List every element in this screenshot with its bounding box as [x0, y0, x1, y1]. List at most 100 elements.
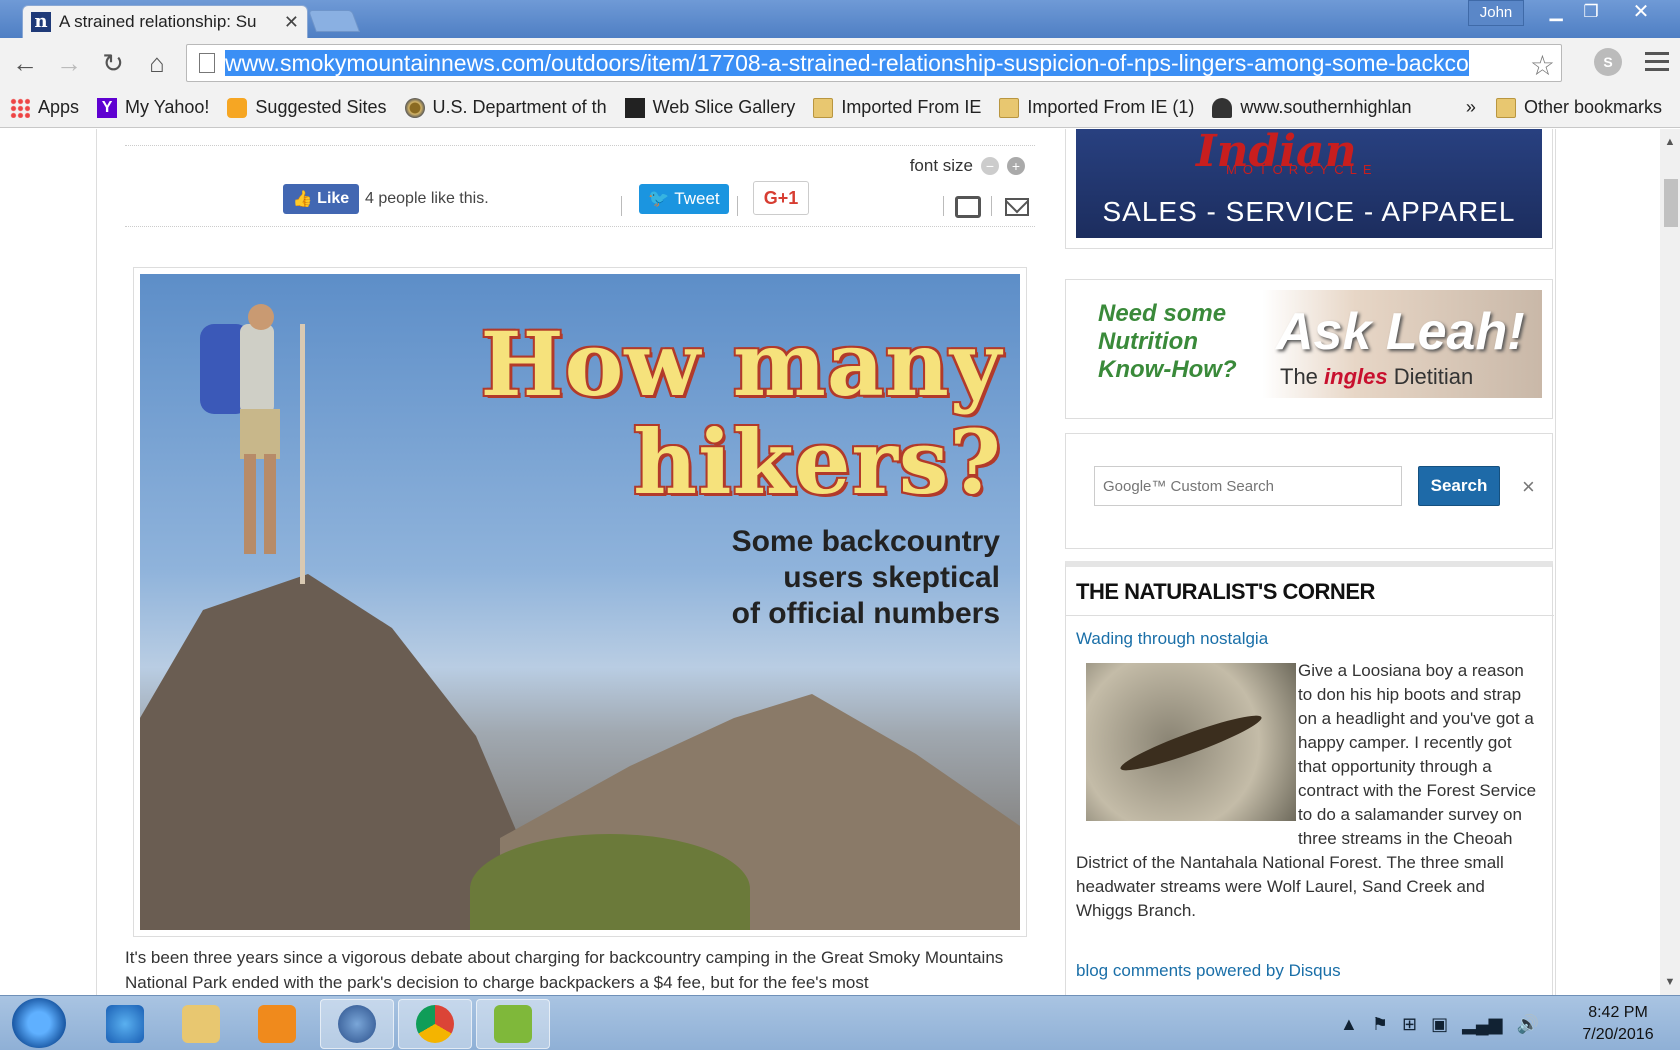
divider: [943, 196, 944, 216]
widget-title: THE NATURALIST'S CORNER: [1076, 579, 1375, 604]
forward-arrow-icon[interactable]: →: [54, 48, 84, 78]
google-plus-button[interactable]: G+1: [753, 181, 809, 215]
browser-toolbar: ← → ↻ ⌂ www.smokymountainnews.com/outdoo…: [0, 38, 1680, 88]
divider: [621, 196, 622, 216]
bookmark-star-icon[interactable]: ☆: [1530, 49, 1555, 82]
leah-need-text: Need some Nutrition Know-How?: [1098, 300, 1237, 383]
leah-tagline: The ingles Dietitian: [1280, 364, 1474, 389]
v4-app-icon: [494, 1005, 532, 1043]
yahoo-icon: Y: [97, 97, 118, 118]
scroll-up-icon[interactable]: ▲: [1660, 133, 1680, 151]
device-icon[interactable]: ▣: [1431, 1014, 1448, 1035]
search-button[interactable]: Search: [1418, 466, 1500, 506]
divider: [737, 196, 738, 216]
chrome-icon: [416, 1005, 454, 1043]
ask-leah-ad[interactable]: Need some Nutrition Know-How? Ask Leah! …: [1065, 279, 1553, 419]
system-tray: ▲ ⚑ ⊞ ▣ ▂▄▆ 🔊: [1340, 1004, 1580, 1044]
slice-icon: [624, 97, 645, 118]
start-button[interactable]: [12, 998, 66, 1048]
font-smaller-icon[interactable]: −: [981, 157, 999, 175]
bookmarks-bar: Apps Y My Yahoo! Suggested Sites U.S. Dep…: [0, 88, 1680, 128]
network-signal-icon[interactable]: ▂▄▆: [1462, 1014, 1502, 1035]
url-text[interactable]: www.smokymountainnews.com/outdoors/item/…: [225, 49, 1469, 77]
profile-button[interactable]: John: [1468, 0, 1524, 26]
windows-icon[interactable]: ⊞: [1402, 1014, 1417, 1035]
page-scrollbar[interactable]: ▲ ▼: [1660, 129, 1680, 995]
bookmark-other-bookmarks[interactable]: Other bookmarks: [1495, 97, 1662, 118]
bookmark-web-slice-gallery[interactable]: Web Slice Gallery: [624, 97, 795, 118]
bookmarks-overflow-chevron[interactable]: »: [1466, 97, 1476, 118]
hero-image: How many hikers? Some backcountry users …: [140, 274, 1020, 930]
hero-image-frame: How many hikers? Some backcountry users …: [133, 267, 1027, 937]
taskbar-clock[interactable]: 8:42 PM 7/20/2016: [1560, 1002, 1676, 1046]
indian-sub: MOTORCYCLE: [1226, 162, 1378, 177]
chrome-menu-icon[interactable]: [1645, 52, 1669, 72]
search-input[interactable]: [1094, 466, 1402, 506]
skype-extension-icon[interactable]: S: [1594, 48, 1622, 76]
print-icon[interactable]: [955, 196, 981, 218]
folder-icon: [182, 1005, 220, 1043]
close-window-icon[interactable]: ✕: [1610, 0, 1672, 26]
bookmark-imported-from-ie[interactable]: Imported From IE: [813, 97, 981, 118]
salamander-photo[interactable]: [1086, 663, 1296, 821]
taskbar-ie[interactable]: [88, 999, 162, 1049]
facebook-like-button[interactable]: 👍 Like: [283, 184, 359, 214]
page-icon: [199, 53, 215, 73]
site-search-box: Search ×: [1065, 433, 1553, 549]
new-tab-button[interactable]: [307, 10, 361, 32]
back-arrow-icon[interactable]: ←: [10, 48, 40, 78]
taskbar-chrome[interactable]: [398, 999, 472, 1049]
clock-date: 7/20/2016: [1582, 1026, 1654, 1043]
divider: [991, 196, 992, 216]
scroll-thumb[interactable]: [1664, 179, 1678, 227]
media-player-icon: [258, 1005, 296, 1043]
naturalist-article-link[interactable]: Wading through nostalgia: [1076, 629, 1268, 649]
hero-subheadline: Some backcountry users skeptical of offi…: [731, 525, 1000, 630]
taskbar-v4-app[interactable]: [476, 999, 550, 1049]
share-bar: font size − + 👍 Like 4 people like this.…: [125, 145, 1035, 227]
bing-icon: [227, 97, 248, 118]
like-count-text: 4 people like this.: [365, 190, 489, 207]
home-icon[interactable]: ⌂: [142, 48, 172, 78]
action-center-flag-icon[interactable]: ⚑: [1372, 1014, 1388, 1035]
restore-icon[interactable]: ❐: [1574, 0, 1608, 26]
font-size-label: font size: [909, 156, 973, 175]
email-icon[interactable]: [1005, 198, 1029, 216]
bookmark-yahoo[interactable]: Y My Yahoo!: [97, 97, 209, 118]
reload-icon[interactable]: ↻: [98, 48, 128, 78]
seal-icon: [404, 97, 425, 118]
indian-motorcycle-ad[interactable]: Indian MOTORCYCLE SALES - SERVICE - APPA…: [1065, 129, 1553, 249]
page-frame: font size − + 👍 Like 4 people like this.…: [96, 129, 1556, 995]
browser-tab[interactable]: n A strained relationship: Su ✕: [22, 5, 308, 38]
disqus-link[interactable]: blog comments powered by Disqus: [1076, 961, 1341, 981]
volume-icon[interactable]: 🔊: [1517, 1014, 1539, 1035]
bookmark-us-department[interactable]: U.S. Department of th: [404, 97, 607, 118]
tab-close-icon[interactable]: ✕: [284, 12, 299, 33]
taskbar-thunderbird[interactable]: [320, 999, 394, 1049]
hero-headline-line1: How many: [480, 312, 1002, 416]
tweet-button[interactable]: 🐦 Tweet: [639, 184, 729, 214]
bookmark-imported-from-ie-1[interactable]: Imported From IE (1): [999, 97, 1194, 118]
window-titlebar: n A strained relationship: Su ✕ John ▁ ❐…: [0, 0, 1680, 38]
leah-ask-text: Ask Leah!: [1276, 303, 1525, 361]
folder-icon: [999, 97, 1020, 118]
apps-icon: [10, 97, 30, 118]
naturalist-corner-widget: THE NATURALIST'S CORNER Wading through n…: [1065, 561, 1554, 995]
indian-sales-text: SALES - SERVICE - APPAREL: [1102, 196, 1516, 227]
address-bar[interactable]: www.smokymountainnews.com/outdoors/item/…: [186, 44, 1562, 82]
taskbar-media-player[interactable]: [240, 999, 314, 1049]
bookmark-southernhighlands[interactable]: www.southernhighlan: [1212, 97, 1412, 118]
font-larger-icon[interactable]: +: [1007, 157, 1025, 175]
divider: [1066, 615, 1554, 616]
taskbar-explorer[interactable]: [164, 999, 238, 1049]
bookmark-suggested-sites[interactable]: Suggested Sites: [227, 97, 387, 118]
font-size-control: font size − +: [910, 156, 1025, 176]
minimize-icon[interactable]: ▁: [1540, 0, 1572, 26]
hiker-icon: [1212, 97, 1233, 118]
tray-expand-icon[interactable]: ▲: [1340, 1014, 1358, 1035]
clear-search-icon[interactable]: ×: [1522, 474, 1535, 500]
folder-icon: [1495, 97, 1516, 118]
scroll-down-icon[interactable]: ▼: [1660, 973, 1680, 991]
bookmark-apps[interactable]: Apps: [10, 97, 79, 118]
page-viewport: font size − + 👍 Like 4 people like this.…: [0, 129, 1660, 995]
